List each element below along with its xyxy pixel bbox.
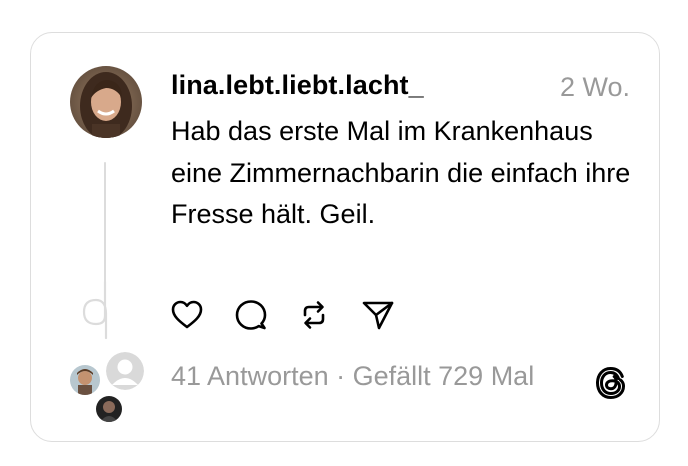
threads-logo[interactable]: [595, 366, 627, 400]
repost-icon[interactable]: [297, 298, 331, 332]
post-stats[interactable]: 41 Antworten · Gefällt 729 Mal: [171, 361, 534, 392]
replier-avatar-placeholder: [106, 352, 144, 390]
speech-bubble-icon[interactable]: [234, 298, 268, 332]
replier-avatar-1: [68, 363, 102, 397]
thread-loop-icon: [82, 280, 108, 340]
paper-plane-icon[interactable]: [361, 298, 395, 332]
author-username[interactable]: lina.lebt.liebt.lacht_: [171, 70, 424, 101]
heart-icon[interactable]: [170, 298, 204, 332]
post-timestamp: 2 Wo.: [559, 72, 630, 102]
post-text: Hab das erste Mal im Krankenhaus eine Zi…: [171, 116, 631, 229]
replier-avatars[interactable]: [66, 350, 150, 424]
author-avatar[interactable]: [70, 66, 142, 138]
replier-avatar-2: [94, 394, 124, 424]
